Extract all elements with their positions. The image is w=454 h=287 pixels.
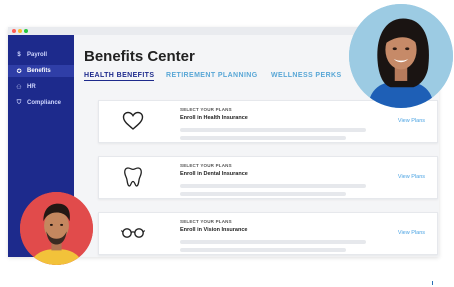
health-insurance-card: SELECT YOUR PLANS Enroll in Health Insur…: [98, 100, 438, 143]
placeholder-line: [180, 136, 346, 140]
card-title: Enroll in Dental Insurance: [180, 171, 248, 177]
view-plans-link[interactable]: View Plans: [398, 174, 425, 180]
sidebar-item-compliance[interactable]: ⛉ Compliance: [8, 97, 74, 109]
placeholder-line: [180, 240, 366, 244]
card-kicker: SELECT YOUR PLANS: [180, 219, 232, 224]
page-title: Benefits Center: [84, 48, 195, 65]
view-plans-link[interactable]: View Plans: [398, 118, 425, 124]
dental-insurance-card: SELECT YOUR PLANS Enroll in Dental Insur…: [98, 156, 438, 199]
shield-icon: ⛉: [16, 99, 22, 106]
sidebar-item-label: Benefits: [27, 68, 51, 74]
people-icon: ⚇: [16, 84, 22, 91]
decorative-mark: [432, 281, 433, 285]
placeholder-line: [180, 192, 346, 196]
close-window-dot[interactable]: [12, 29, 16, 33]
woman-avatar: [349, 4, 453, 108]
minimize-window-dot[interactable]: [18, 29, 22, 33]
card-title: Enroll in Vision Insurance: [180, 227, 248, 233]
placeholder-line: [180, 128, 366, 132]
sidebar-item-benefits[interactable]: ✪ Benefits: [8, 65, 74, 77]
sidebar-item-label: Compliance: [27, 100, 62, 106]
card-title: Enroll in Health Insurance: [180, 115, 248, 121]
sidebar-item-label: Payroll: [27, 52, 48, 58]
tab-health-benefits[interactable]: HEALTH BENEFITS: [84, 72, 155, 81]
maximize-window-dot[interactable]: [24, 29, 28, 33]
tab-wellness-perks[interactable]: WELLNESS PERKS: [271, 72, 342, 79]
man-avatar: [20, 192, 93, 265]
dollar-icon: $: [17, 52, 21, 58]
woman-portrait-icon: [349, 4, 453, 108]
heart-icon: [122, 111, 144, 130]
man-portrait-icon: [20, 192, 93, 265]
star-icon: ✪: [16, 68, 22, 75]
card-kicker: SELECT YOUR PLANS: [180, 163, 232, 168]
tooth-icon: [124, 167, 142, 187]
placeholder-line: [180, 248, 346, 252]
tab-retirement-planning[interactable]: RETIREMENT PLANNING: [166, 72, 258, 79]
sidebar-item-payroll[interactable]: $ Payroll: [8, 49, 74, 61]
vision-insurance-card: SELECT YOUR PLANS Enroll in Vision Insur…: [98, 212, 438, 255]
card-kicker: SELECT YOUR PLANS: [180, 107, 232, 112]
placeholder-line: [180, 184, 366, 188]
glasses-icon: [120, 228, 146, 238]
view-plans-link[interactable]: View Plans: [398, 230, 425, 236]
sidebar-item-label: HR: [27, 84, 36, 90]
sidebar-item-hr[interactable]: ⚇ HR: [8, 81, 74, 93]
